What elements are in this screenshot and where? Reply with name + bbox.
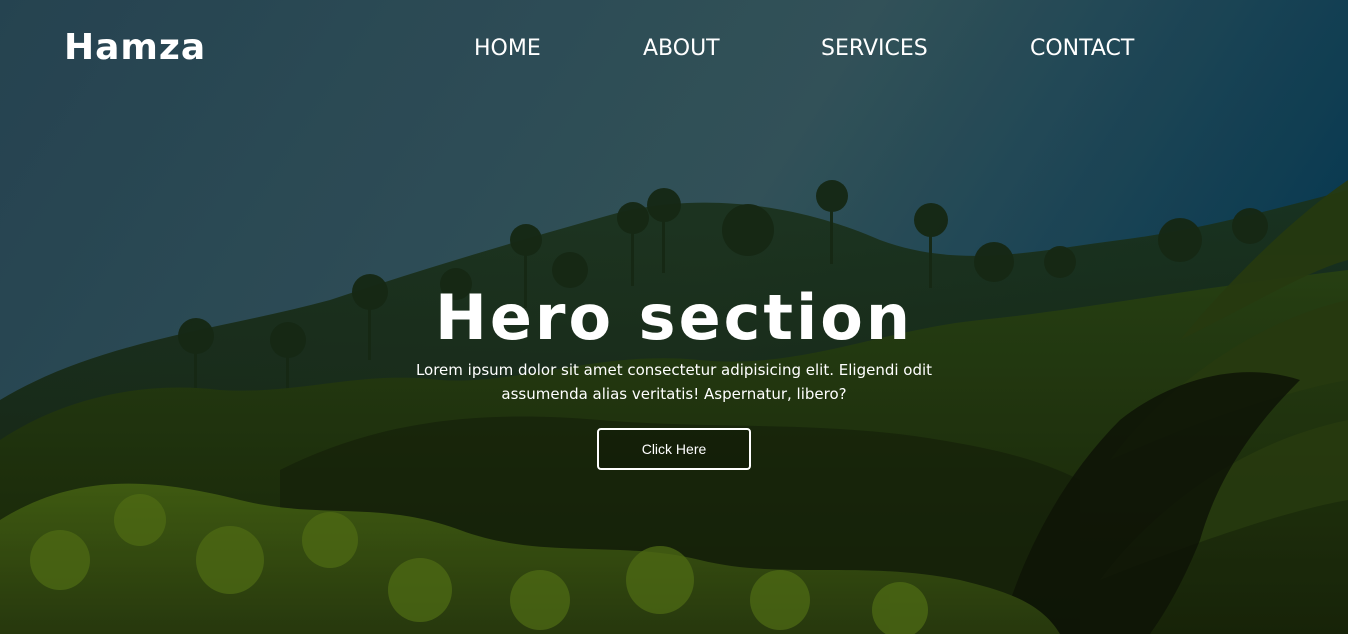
navbar: Hamza HOME ABOUT SERVICES CONTACT [0, 0, 1348, 98]
nav-link-about[interactable]: ABOUT [643, 34, 720, 64]
hero-section: Hamza HOME ABOUT SERVICES CONTACT Hero s… [0, 0, 1348, 634]
hero-description: Lorem ipsum dolor sit amet consectetur a… [415, 361, 933, 403]
hero-title: Hero section [434, 281, 914, 354]
nav-link-services[interactable]: SERVICES [821, 34, 928, 64]
click-here-button[interactable]: Click Here [597, 428, 751, 470]
nav-link-contact[interactable]: CONTACT [1030, 34, 1134, 64]
brand-logo[interactable]: Hamza [64, 26, 206, 70]
nav-link-home[interactable]: HOME [474, 34, 541, 64]
hero-content: Hero section Lorem ipsum dolor sit amet … [0, 278, 1348, 470]
